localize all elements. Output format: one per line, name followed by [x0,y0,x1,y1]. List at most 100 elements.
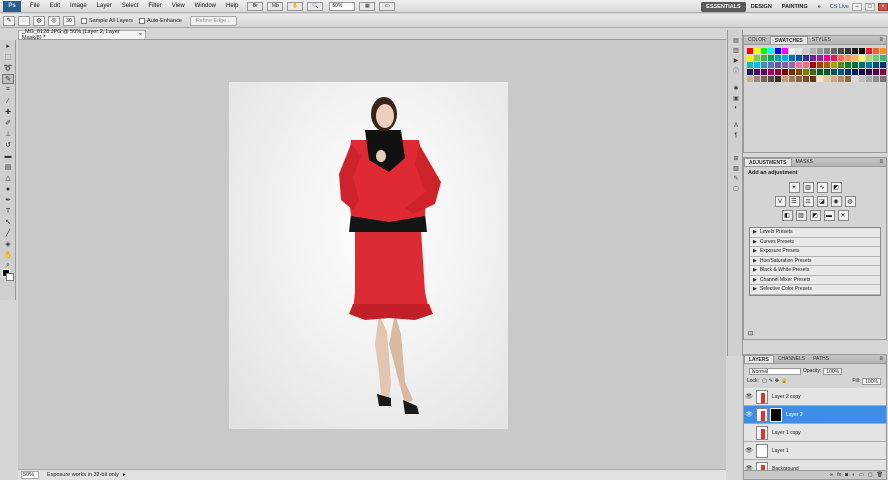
properties-panel-icon[interactable]: ▥ [731,46,741,54]
color-swatch[interactable] [754,48,760,54]
color-swatch[interactable] [866,69,872,75]
new-group-icon[interactable]: ▭ [859,472,864,478]
color-swatch[interactable] [859,62,865,68]
color-swatch[interactable] [810,48,816,54]
blur-tool-icon[interactable]: △ [2,173,14,183]
color-swatch[interactable] [754,76,760,82]
color-swatch[interactable] [880,62,886,68]
color-swatch[interactable] [810,55,816,61]
color-swatch[interactable] [852,48,858,54]
layer-row-selected[interactable]: 👁 Layer 2 [744,406,886,424]
invert-icon[interactable]: ◧ [781,210,793,221]
dodge-tool-icon[interactable]: ● [2,184,14,194]
color-swatch[interactable] [845,48,851,54]
shape-tool-icon[interactable]: ╱ [2,228,14,238]
preset-item-levels[interactable]: ▶ Levels Presets [750,228,880,238]
color-swatch[interactable] [761,76,767,82]
color-swatch[interactable] [775,55,781,61]
vibrance-icon[interactable]: V [774,196,786,207]
color-swatch[interactable] [838,48,844,54]
crop-tool-icon[interactable]: ⌗ [2,85,14,95]
color-swatch[interactable] [873,55,879,61]
color-swatch[interactable] [796,48,802,54]
color-swatch[interactable] [796,69,802,75]
cs-live-button[interactable]: CS Live [830,4,849,10]
status-menu-arrow-icon[interactable]: ▸ [123,472,126,478]
menu-image[interactable]: Image [65,3,92,9]
channel-mixer-icon[interactable]: ◍ [844,196,856,207]
add-to-selection-icon[interactable]: ◍ [33,15,45,26]
eraser-tool-icon[interactable]: ▬ [2,151,14,161]
tab-channels[interactable]: CHANNELS [774,355,809,363]
lock-transparency-icon[interactable]: ▢ [762,378,767,384]
color-swatch[interactable] [768,62,774,68]
color-swatch[interactable] [775,48,781,54]
layer-comps-icon[interactable]: ▧ [731,164,741,172]
color-swatch[interactable] [782,48,788,54]
color-swatch[interactable] [866,62,872,68]
background-color-swatch[interactable] [6,273,14,281]
preset-item-curves[interactable]: ▶ Curves Presets [750,238,880,247]
color-swatch[interactable] [775,69,781,75]
workspace-essentials[interactable]: ESSENTIALS [701,1,746,12]
color-swatch[interactable] [824,76,830,82]
tab-paths[interactable]: PATHS [809,355,833,363]
color-swatch[interactable] [852,69,858,75]
color-swatch[interactable] [824,48,830,54]
mini-panel-icon[interactable]: ▢ [731,184,741,192]
color-swatch[interactable] [831,76,837,82]
color-swatch[interactable] [824,62,830,68]
color-swatch[interactable] [859,69,865,75]
color-swatch[interactable] [789,62,795,68]
subtract-from-selection-icon[interactable]: ◎ [48,15,60,26]
menu-select[interactable]: Select [117,3,144,9]
tab-masks[interactable]: MASKS [792,158,818,166]
workspace-painting[interactable]: PAINTING [777,2,813,12]
color-swatch[interactable] [845,69,851,75]
layer-mask-thumbnail[interactable] [770,407,782,422]
brush-picker[interactable]: 30 [63,15,75,26]
color-swatch[interactable] [880,69,886,75]
color-swatch[interactable] [831,69,837,75]
color-swatch[interactable] [789,48,795,54]
color-swatch[interactable] [824,69,830,75]
color-swatch[interactable] [761,48,767,54]
color-swatch[interactable] [880,55,886,61]
color-swatch[interactable] [831,55,837,61]
info-panel-icon[interactable]: ⓘ [731,66,741,75]
color-swatch[interactable] [859,76,865,82]
color-swatch[interactable] [866,76,872,82]
color-swatch[interactable] [845,76,851,82]
color-swatch[interactable] [768,55,774,61]
color-swatch[interactable] [775,76,781,82]
color-swatch[interactable] [796,62,802,68]
panel-menu-icon[interactable]: ≡ [879,158,883,166]
color-swatch[interactable] [873,76,879,82]
color-swatch[interactable] [873,62,879,68]
paragraph-panel-icon[interactable]: ¶ [731,132,741,140]
close-icon[interactable]: × [878,2,888,11]
color-swatch[interactable] [761,62,767,68]
color-swatch[interactable] [803,48,809,54]
lasso-tool-icon[interactable]: ➰ [2,63,14,73]
eye-icon[interactable]: 👁 [744,393,754,400]
color-swatch[interactable] [747,69,753,75]
color-swatch[interactable] [831,48,837,54]
add-mask-icon[interactable]: ◙ [845,472,848,478]
workspace-more[interactable]: » [813,2,826,12]
3d-tool-icon[interactable]: ◈ [2,239,14,249]
threshold-icon[interactable]: ◩ [809,210,821,221]
color-swatch[interactable] [831,62,837,68]
layer-row[interactable]: Layer 1 copy [744,424,886,442]
color-swatch[interactable] [775,62,781,68]
panel-menu-icon[interactable]: ≡ [879,355,883,363]
eyedropper-tool-icon[interactable]: ⁄ [2,96,14,106]
eye-icon[interactable]: 👁 [744,447,754,454]
color-swatch[interactable] [768,69,774,75]
photo-filter-icon[interactable]: ◉ [830,196,842,207]
color-swatch[interactable] [859,48,865,54]
color-balance-icon[interactable]: ⚖ [802,196,814,207]
link-layers-icon[interactable]: ∞ [830,472,834,478]
layer-row[interactable]: 👁 Layer 1 [744,442,886,460]
color-swatch[interactable] [796,55,802,61]
